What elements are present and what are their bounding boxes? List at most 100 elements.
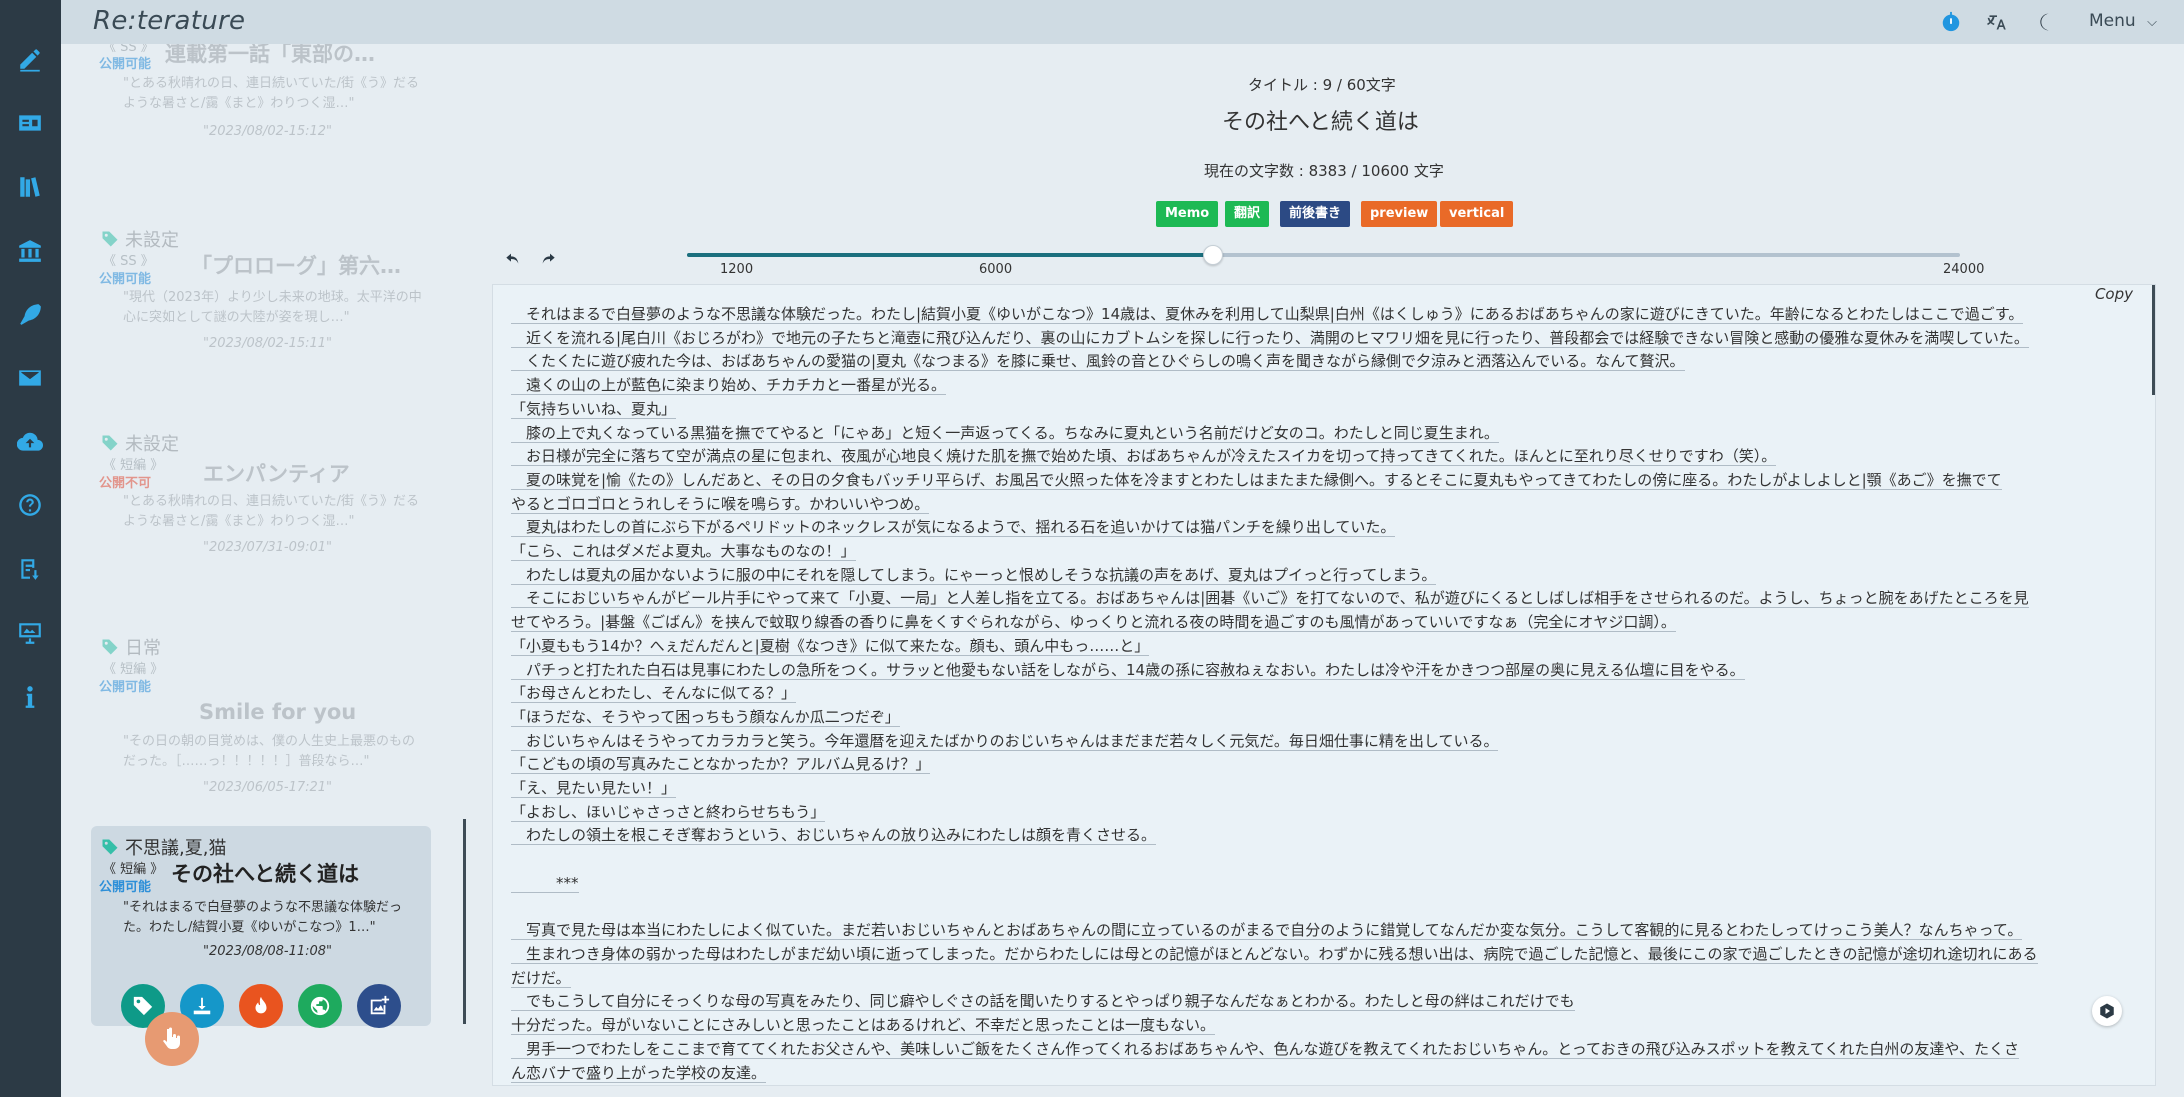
body-line-text: ***: [511, 873, 579, 893]
tag-icon: [102, 839, 118, 855]
translate-icon[interactable]: [1986, 11, 2008, 33]
redo-icon: [542, 253, 555, 264]
body-line: [511, 896, 2121, 920]
hand-pointer-icon: [163, 1027, 180, 1049]
body-line: それはまるで白昼夢のような不思議な体験だった。わたし|結賀小夏《ゆいがこなつ》1…: [511, 303, 2121, 327]
fire-button[interactable]: [239, 984, 283, 1028]
story-body-text: それはまるで白昼夢のような不思議な体験だった。わたし|結賀小夏《ゆいがこなつ》1…: [511, 303, 2121, 1085]
pencil-icon[interactable]: [14, 43, 46, 75]
character-counter: 現在の文字数 : 8383 / 10600 文字: [1204, 162, 1444, 180]
body-line-text: 生まれつき身体の弱かった母はわたしがまだ幼い頃に逝ってしまった。だからわたしには…: [511, 944, 2038, 964]
body-line: 夏の味覚を|愉《たの》しんだあと、その日の夕食もバッチリ平らげ、お風呂で火照った…: [511, 469, 2121, 493]
body-line: ***: [511, 872, 2121, 896]
body-line-text: [511, 898, 516, 916]
app-brand: Re:terature: [93, 6, 246, 36]
library-icon[interactable]: [14, 171, 46, 203]
id-card-icon[interactable]: [14, 107, 46, 139]
image-add-icon: [370, 995, 390, 1015]
story-kind: 《 短編 》: [103, 662, 164, 677]
body-line: やるとゴロゴロとうれしそうに喉を鳴らす。かわいいやつめ。: [511, 493, 2121, 517]
fire-icon: [255, 996, 267, 1014]
front-back-notes-button[interactable]: 前後書き: [1280, 201, 1351, 227]
story-excerpt: "とある秋晴れの日、連日続いていた/街《う》だるような暑さと/靄《まと》わりつく…: [123, 76, 419, 111]
dark-mode-icon[interactable]: [2036, 11, 2058, 33]
body-line-text: そこにおじいちゃんがビール片手にやって来て「小夏、一局」と人差し指を立てる。おば…: [511, 589, 2029, 609]
body-line-text: 「え、見たい見たい！」: [511, 779, 677, 799]
body-line-text: 「こどもの頃の写真みたことなかったか？アルバム見るけ？」: [511, 755, 931, 775]
story-title-heading[interactable]: その社へと続く道は: [1222, 104, 1419, 136]
story-tags-label: 日常: [125, 638, 161, 659]
body-line: 「お母さんとわたし、そんなに似てる？」: [511, 682, 2121, 706]
story-kind: 《 短編 》: [103, 862, 164, 877]
body-line-text: 「小夏ももう14か？へぇだんだんと|夏樹《なつき》に似て来たな。顔も、頭ん中もっ…: [511, 636, 1150, 656]
tag-icon: [102, 231, 118, 247]
timer-icon[interactable]: [1940, 11, 1962, 33]
body-line: 生まれつき身体の弱かった母はわたしがまだ幼い頃に逝ってしまった。だからわたしには…: [511, 943, 2121, 967]
feather-icon[interactable]: [14, 298, 46, 330]
story-title: 「プロローグ」第六…: [191, 254, 401, 278]
menu-button[interactable]: Menu ⌵: [2089, 11, 2157, 31]
body-line-text: わたしの領土を根こそぎ奪おうという、おじいちゃんの放り込みにわたしは顔を青くさせ…: [511, 826, 1157, 846]
editor-scrollbar[interactable]: [2152, 285, 2155, 395]
assistant-button[interactable]: [2092, 996, 2122, 1026]
story-title: その社へと続く道は: [171, 862, 359, 886]
target-length-slider-handle[interactable]: [1202, 245, 1223, 265]
body-line: 「こら、これはダメだよ夏丸。大事なものなの！」: [511, 540, 2121, 564]
body-line-text: 「よおし、ほいじゃさっさと終わらせちもう」: [511, 802, 826, 822]
body-line-text: 夏丸はわたしの首にぶら下がるペリドットのネックレスが気になるようで、揺れる石を追…: [511, 518, 1396, 538]
translate-button[interactable]: 翻訳: [1225, 201, 1270, 227]
tag-icon: [102, 639, 118, 655]
body-line-text: わたしは夏丸の届かないように服の中にそれを隠してしまう。にゃーっと恨めしそうな抗…: [511, 565, 1437, 585]
list-scrollbar[interactable]: [463, 819, 466, 1024]
tag-icon: [102, 435, 118, 451]
story-tags-label: 未設定: [125, 434, 179, 455]
story-status: 公開可能: [99, 880, 152, 895]
body-line: 夏丸はわたしの首にぶら下がるペリドットのネックレスが気になるようで、揺れる石を追…: [511, 516, 2121, 540]
download-icon: [193, 997, 211, 1015]
body-line: 「よおし、ほいじゃさっさと終わらせちもう」: [511, 801, 2121, 825]
story-status: 公開不可: [99, 476, 152, 491]
import-icon[interactable]: [14, 553, 46, 585]
globe-icon: [310, 996, 330, 1016]
body-line-text: せてやろう。|碁盤《ごばん》を挟んで蚊取り線香の香りに鼻をくすぐられながら、ゆっ…: [511, 613, 1676, 633]
preview-button[interactable]: preview: [1361, 201, 1438, 227]
presentation-icon[interactable]: [14, 617, 46, 649]
story-excerpt: "その日の朝の目覚めは、僕の人生史上最悪のものだった。［……っ！！！！！］普段な…: [123, 734, 415, 769]
body-line-text: ん恋バナで盛り上がった学校の友達。: [511, 1063, 767, 1083]
help-icon[interactable]: [14, 489, 46, 521]
body-line: せてやろう。|碁盤《ごばん》を挟んで蚊取り線香の香りに鼻をくすぐられながら、ゆっ…: [511, 611, 2121, 635]
story-tags: 日常: [101, 634, 161, 660]
story-list: 《 SS 》 公開可能 連載第一話「東部の… "とある秋晴れの日、連日続いていた…: [61, 44, 473, 1097]
body-line-text: 男手一つでわたしをここまで育ててくれたお父さんや、美味しいご飯をたくさん作ってく…: [511, 1039, 2019, 1059]
story-excerpt: "現代（2023年）より少し未来の地球。太平洋の中心に突如として謎の大陸が姿を現…: [123, 290, 422, 325]
icon-rail: [0, 0, 61, 1097]
body-line: 十分だった。母がいないことにさみしいと思ったことはあるけれど、不幸だと思ったこと…: [511, 1014, 2121, 1038]
undo-button[interactable]: [502, 248, 524, 270]
cloud-upload-icon[interactable]: [14, 426, 46, 458]
story-excerpt: "それはまるで白昼夢のような不思議な体験だった。わたし/結賀小夏《ゆいがこなつ》…: [123, 900, 402, 935]
vertical-button[interactable]: vertical: [1440, 201, 1514, 227]
add-image-button[interactable]: [357, 984, 401, 1028]
body-line: そこにおじいちゃんがビール片手にやって来て「小夏、一局」と人差し指を立てる。おば…: [511, 587, 2121, 611]
story-date: "2023/08/08-11:08": [203, 944, 333, 959]
copy-button[interactable]: Copy: [2095, 285, 2133, 303]
body-line: パチっと打たれた白石は見事にわたしの急所をつく。サラッと他愛もない話をしながら、…: [511, 659, 2121, 683]
body-line-text: でもこうして自分にそっくりな母の写真をみたり、同じ癖やしぐさの話を聞いたりすると…: [511, 992, 1575, 1012]
body-line-text: やるとゴロゴロとうれしそうに喉を鳴らす。かわいいやつめ。: [511, 494, 930, 514]
body-line: 遠くの山の上が藍色に染まり始め、チカチカと一番星が光る。: [511, 374, 2121, 398]
redo-button[interactable]: [537, 248, 559, 270]
story-excerpt: "とある秋晴れの日、連日続いていた/街《う》だるような暑さと/靄《まと》わりつく…: [123, 494, 419, 529]
memo-button[interactable]: Memo: [1156, 201, 1219, 227]
body-line-text: 夏の味覚を|愉《たの》しんだあと、その日の夕食もバッチリ平らげ、お風呂で火照った…: [511, 470, 2002, 490]
publish-button[interactable]: [298, 984, 342, 1028]
body-line: でもこうして自分にそっくりな母の写真をみたり、同じ癖やしぐさの話を聞いたりすると…: [511, 990, 2121, 1014]
info-icon[interactable]: [14, 681, 46, 713]
bank-icon[interactable]: [14, 235, 46, 267]
hand-pointer-button[interactable]: [145, 1012, 199, 1066]
chevron-down-icon: ⌵: [2147, 15, 2157, 30]
story-kind: 《 短編 》: [103, 458, 164, 473]
story-status: 公開可能: [99, 680, 152, 695]
story-title: エンパンティア: [203, 462, 350, 486]
mail-icon[interactable]: [14, 362, 46, 394]
story-body-editor[interactable]: Copy それはまるで白昼夢のような不思議な体験だった。わたし|結賀小夏《ゆいが…: [492, 284, 2156, 1086]
